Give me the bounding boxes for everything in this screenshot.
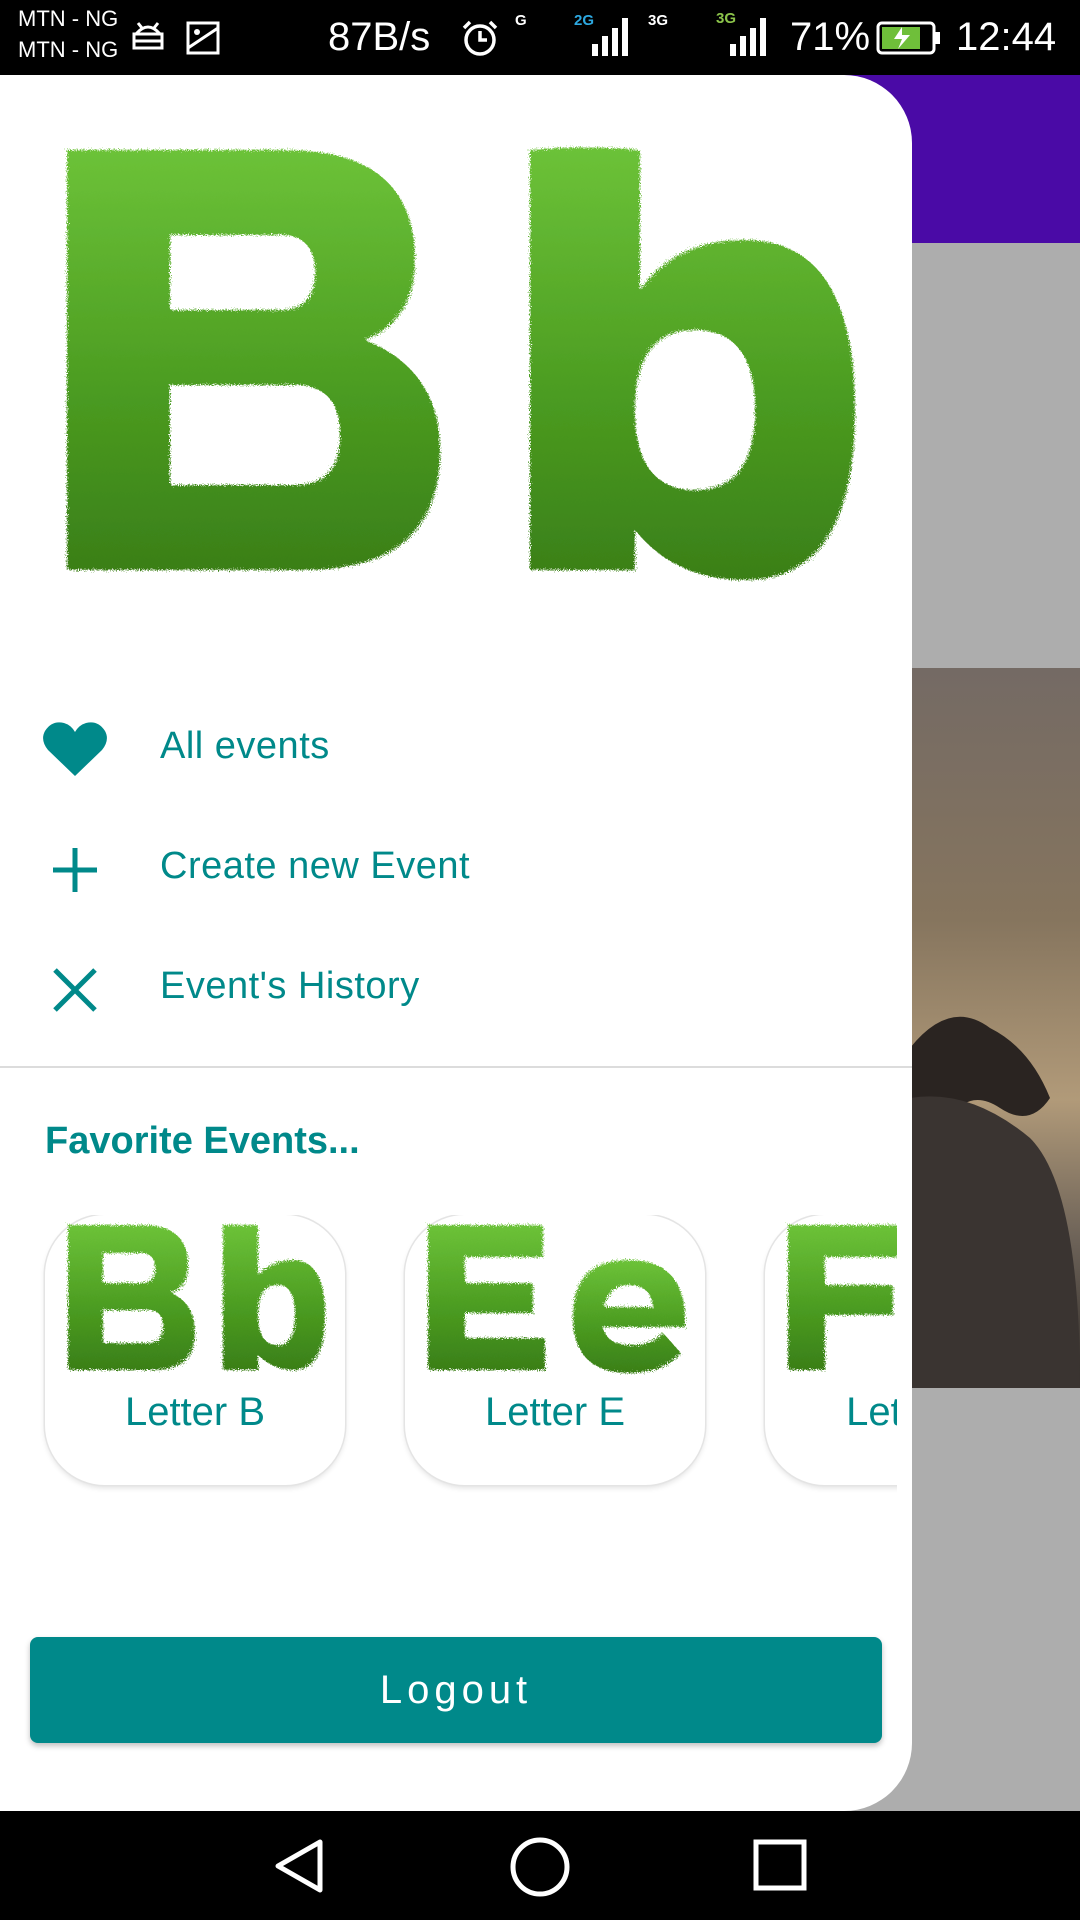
battery-percent: 71%	[790, 15, 871, 59]
menu-item-event-history[interactable]: Event's History	[0, 935, 912, 1045]
favorite-card-letter-f[interactable]: Letter F	[765, 1215, 897, 1485]
heart-icon	[43, 722, 107, 776]
status-bar: MTN - NG MTN - NG 87B/s G 2G 3G 3G 71% 1…	[0, 0, 1080, 75]
system-nav-bar	[0, 1811, 1080, 1920]
android-icon	[132, 22, 164, 50]
favorite-image	[788, 1225, 897, 1370]
favorite-image	[428, 1225, 685, 1373]
favorites-carousel[interactable]: Letter B Letter E Letter F	[0, 1215, 897, 1575]
signal-icon-2	[730, 18, 766, 56]
favorites-title: Favorite Events...	[45, 1120, 360, 1162]
signal-icon	[592, 18, 628, 56]
recents-icon[interactable]	[752, 1836, 808, 1892]
image-icon	[186, 21, 220, 55]
g-network-label: G	[515, 12, 527, 29]
menu-item-label: Event's History	[160, 965, 420, 1007]
navigation-drawer: All events Create new Event Event's Hist…	[0, 75, 912, 1811]
net-speed: 87B/s	[328, 15, 431, 59]
close-icon	[53, 968, 97, 1012]
favorite-image	[68, 1225, 325, 1370]
carrier-label-1: MTN - NG	[18, 6, 119, 31]
battery-charging-icon	[876, 21, 940, 55]
clock: 12:44	[956, 15, 1057, 59]
menu-item-all-events[interactable]: All events	[0, 695, 912, 805]
favorite-card-letter-b[interactable]: Letter B	[45, 1215, 345, 1485]
header-image	[67, 147, 855, 580]
menu-item-label: All events	[160, 725, 330, 767]
background-photo	[910, 668, 1080, 1388]
carrier-label-2: MTN - NG	[18, 37, 119, 62]
back-icon[interactable]	[270, 1836, 330, 1896]
favorite-label: Letter E	[484, 1390, 626, 1434]
favorite-card-letter-e[interactable]: Letter E	[405, 1215, 705, 1485]
divider	[0, 1066, 912, 1068]
plus-icon	[53, 848, 97, 892]
logout-button[interactable]: Logout	[30, 1637, 882, 1743]
home-icon[interactable]	[508, 1836, 572, 1900]
menu-item-create-event[interactable]: Create new Event	[0, 815, 912, 925]
sim1-sub-label: 3G	[648, 12, 669, 29]
favorite-label: Letter B	[124, 1390, 266, 1434]
alarm-icon	[462, 20, 498, 56]
menu-item-label: Create new Event	[160, 845, 471, 887]
favorite-label: Letter F	[846, 1390, 897, 1434]
